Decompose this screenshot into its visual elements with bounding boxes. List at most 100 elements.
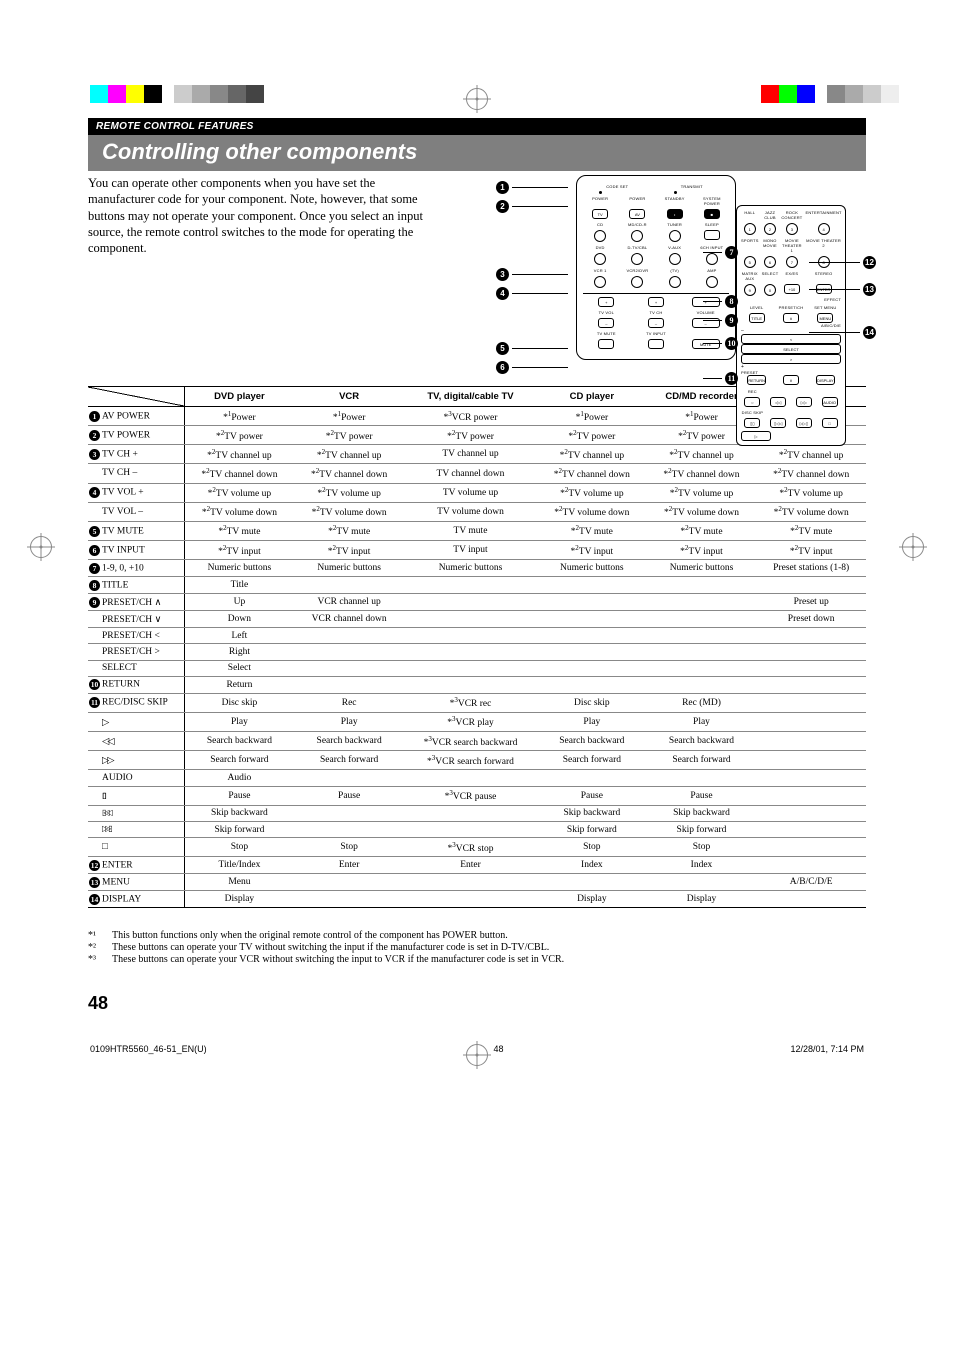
- btn-label: TV CH: [633, 310, 680, 315]
- table-cell: [756, 628, 866, 644]
- search-fwd-button[interactable]: ▷▷: [796, 397, 812, 407]
- table-cell: Skip forward: [647, 821, 757, 837]
- table-cell: *3VCR pause: [404, 786, 537, 805]
- tvch-down-button[interactable]: –: [648, 318, 664, 328]
- table-cell: [404, 577, 537, 594]
- row-label: DISPLAY: [102, 894, 141, 904]
- select-button[interactable]: SELECT: [741, 344, 841, 354]
- table-cell: Skip backward: [184, 805, 294, 821]
- registration-mark-icon: [30, 536, 52, 558]
- table-cell: *2TV volume down: [294, 502, 404, 521]
- row-number-badge: 8: [89, 580, 100, 591]
- led-icon: [599, 191, 602, 194]
- skip-back-button[interactable]: ▯◁◁: [770, 418, 786, 428]
- vcr2-button[interactable]: [631, 276, 643, 288]
- table-cell: Numeric buttons: [184, 560, 294, 577]
- table-cell: TV channel up: [404, 445, 537, 464]
- table-row: 10RETURNReturn: [88, 676, 866, 693]
- row-header: 10RETURN: [88, 676, 184, 693]
- tvvol-up-button[interactable]: +: [598, 297, 614, 307]
- vaux-button[interactable]: [669, 253, 681, 265]
- table-cell: Stop: [647, 838, 757, 857]
- skip-fwd-button[interactable]: ▷▷▯: [796, 418, 812, 428]
- registration-mark-icon: [902, 536, 924, 558]
- dsp-button[interactable]: 7: [786, 256, 798, 268]
- play-icon: [102, 718, 109, 728]
- footnote-mark: *³: [88, 954, 106, 965]
- return-button[interactable]: RETURN: [747, 375, 766, 385]
- cd-button[interactable]: [594, 230, 606, 242]
- dsp-label: MOVIE THEATER 1: [781, 238, 802, 253]
- row-header: 6TV INPUT: [88, 541, 184, 560]
- dsp-button[interactable]: 2: [764, 223, 776, 235]
- table-cell: [294, 644, 404, 660]
- table-cell: *3VCR search forward: [404, 751, 537, 770]
- row-number-badge: 4: [89, 487, 100, 498]
- tv-button[interactable]: [669, 276, 681, 288]
- table-cell: *2TV volume up: [184, 483, 294, 502]
- dsp-button[interactable]: 6: [764, 256, 776, 268]
- callouts-left: 1 2 3 4 5 6: [496, 175, 571, 377]
- dsp-button[interactable]: 1: [744, 223, 756, 235]
- tv-power-button[interactable]: TV: [592, 209, 608, 219]
- md-button[interactable]: [631, 230, 643, 242]
- table-cell: *2TV channel down: [756, 464, 866, 483]
- pause-button[interactable]: ▯▯: [744, 418, 760, 428]
- dsp-button[interactable]: +10: [784, 284, 800, 294]
- color-bar-right: [761, 85, 899, 103]
- table-cell: Stop: [537, 838, 647, 857]
- table-cell: [756, 712, 866, 731]
- preset-down-button[interactable]: ∨: [783, 375, 799, 385]
- row-header: 12ENTER: [88, 857, 184, 874]
- rec-button[interactable]: ○: [744, 397, 760, 407]
- display-button[interactable]: DISPLAY: [816, 375, 835, 385]
- table-cell: [756, 805, 866, 821]
- tv-mute-button[interactable]: [598, 339, 614, 349]
- audio-button[interactable]: AUDIO: [822, 397, 838, 407]
- table-cell: [537, 644, 647, 660]
- search-back-button[interactable]: ◁◁: [770, 397, 786, 407]
- table-row: 9PRESET/CH ∧UpVCR channel upPreset up: [88, 594, 866, 611]
- table-cell: Pause: [647, 786, 757, 805]
- dvd-button[interactable]: [594, 253, 606, 265]
- standby-button[interactable]: •: [667, 209, 683, 219]
- table-cell: [647, 660, 757, 676]
- row-header: 2TV POWER: [88, 426, 184, 445]
- pskip-icon: [102, 808, 110, 818]
- row-label: AUDIO: [102, 773, 133, 783]
- table-cell: *2TV channel down: [647, 464, 757, 483]
- page-title: Controlling other components: [88, 135, 866, 171]
- dsp-button[interactable]: 9: [744, 284, 756, 296]
- table-cell: TV channel down: [404, 464, 537, 483]
- btn-label: D-TV/CBL: [620, 245, 654, 250]
- tuner-button[interactable]: [669, 230, 681, 242]
- table-cell: [294, 821, 404, 837]
- tvch-up-button[interactable]: +: [648, 297, 664, 307]
- row-number-badge: 2: [89, 430, 100, 441]
- table-cell: [756, 577, 866, 594]
- row-label: TV VOL –: [102, 507, 143, 517]
- play-button[interactable]: ▷: [741, 431, 771, 441]
- dsp-button[interactable]: 3: [786, 223, 798, 235]
- dsp-button[interactable]: 5: [744, 256, 756, 268]
- dtv-button[interactable]: [631, 253, 643, 265]
- dsp-button[interactable]: 0: [764, 284, 776, 296]
- table-cell: *2TV volume up: [756, 483, 866, 502]
- table-cell: [537, 577, 647, 594]
- led-icon: [674, 191, 677, 194]
- vcr1-button[interactable]: [594, 276, 606, 288]
- tv-input-button[interactable]: [648, 339, 664, 349]
- title-button[interactable]: TITLE: [749, 313, 765, 323]
- table-cell: *2TV channel down: [184, 464, 294, 483]
- dsp-label: SPORTS: [741, 238, 759, 253]
- table-cell: *2TV volume down: [184, 502, 294, 521]
- row-number-badge: 11: [89, 697, 100, 708]
- preset-up-button[interactable]: ∧: [783, 313, 799, 323]
- tvvol-down-button[interactable]: –: [598, 318, 614, 328]
- led-label: CODE SET: [583, 184, 652, 189]
- av-power-button[interactable]: AV: [629, 209, 645, 219]
- stop-button[interactable]: □: [822, 418, 838, 428]
- right-button[interactable]: >: [741, 354, 841, 364]
- table-row: PRESET/CH ∨DownVCR channel downPreset do…: [88, 611, 866, 628]
- row-number-badge: 13: [89, 877, 100, 888]
